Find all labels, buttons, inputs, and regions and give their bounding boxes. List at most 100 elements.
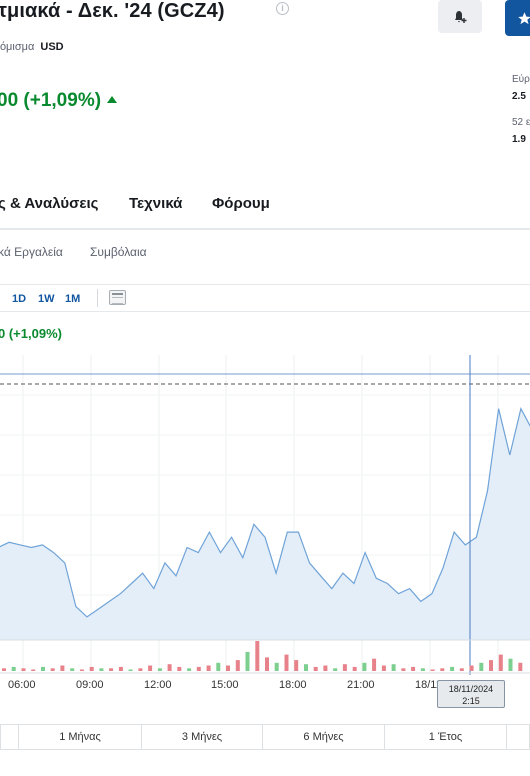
range-3-months[interactable]: 3 Μήνες [142, 725, 263, 749]
currency-info: Νόμισμα USD [0, 41, 64, 53]
price-change: 00 (+1,09%) [0, 90, 118, 112]
volume-bar [177, 666, 182, 671]
info-icon[interactable]: i [276, 2, 289, 15]
volume-bars [2, 641, 523, 671]
volume-bar [469, 665, 474, 671]
timeframe-1m[interactable]: 1M [65, 293, 80, 305]
day-range-label: Εύρ [512, 74, 530, 85]
x-tick-label: 15:00 [211, 679, 239, 691]
range-1-month[interactable]: 1 Μήνας [19, 725, 142, 749]
crosshair-date: 18/11/2024 [448, 684, 494, 694]
volume-bar [41, 666, 45, 671]
subtab-contracts[interactable]: Συμβόλαια [90, 245, 147, 259]
x-axis-ticks: 06:00 09:00 12:00 15:00 18:00 21:00 18/11 [8, 679, 442, 691]
chart-price-change: 0 (+1,09%) [0, 326, 62, 341]
volume-bar [255, 641, 260, 671]
star-icon [518, 11, 530, 24]
volume-bar [235, 660, 240, 671]
volume-bar [430, 669, 435, 671]
volume-bar [459, 668, 464, 671]
volume-bar [518, 662, 523, 671]
volume-bar [70, 668, 75, 671]
volume-bar [362, 662, 367, 671]
volume-bar [118, 666, 123, 671]
volume-bar [401, 668, 406, 671]
volume-bar [294, 660, 299, 671]
bell-plus-icon [455, 10, 467, 23]
range-1-year[interactable]: 1 Έτος [385, 725, 507, 749]
volume-bar [2, 668, 6, 671]
week52-range-value: 1.9 [512, 134, 526, 145]
currency-value: USD [40, 41, 64, 53]
volume-bar [265, 657, 269, 671]
crosshair-time: 2:15 [462, 696, 480, 706]
volume-bar [323, 665, 328, 671]
x-tick-label: 06:00 [8, 679, 36, 691]
price-area [0, 408, 530, 640]
x-tick-label: 09:00 [76, 679, 104, 691]
volume-bar [284, 654, 289, 671]
volume-bar [21, 668, 26, 671]
volume-bar [391, 664, 396, 671]
watchlist-button[interactable] [505, 0, 530, 36]
volume-bar [479, 662, 484, 671]
x-tick-label: 12:00 [144, 679, 172, 691]
volume-bar [489, 660, 493, 671]
volume-bar [498, 654, 503, 671]
volume-bar [440, 668, 445, 671]
volume-bar [99, 668, 104, 671]
volume-bar [372, 658, 377, 671]
volume-bar [420, 668, 425, 671]
price-chart[interactable]: 06:00 09:00 12:00 15:00 18:00 21:00 18/11 [0, 355, 530, 713]
range-selector: 1 Μήνας 3 Μήνες 6 Μήνες 1 Έτος [0, 724, 530, 750]
timeframe-1w[interactable]: 1W [38, 293, 55, 305]
volume-bar [313, 666, 318, 671]
tab-news-analysis[interactable]: ς & Αναλύσεις [0, 195, 98, 212]
chart-type-icon[interactable] [109, 290, 126, 305]
volume-bar [109, 668, 114, 671]
volume-bar [216, 662, 221, 671]
tab-forum[interactable]: Φόρουμ [212, 195, 270, 212]
volume-bar [138, 668, 143, 671]
volume-bar [342, 664, 347, 671]
volume-bar [157, 668, 162, 671]
toolbar-separator [97, 289, 98, 307]
instrument-title: τμιακά - Δεκ. '24 (GCZ4) [0, 0, 225, 22]
volume-bar [333, 668, 338, 671]
price-change-value: 00 (+1,09%) [0, 90, 102, 111]
volume-bar [245, 651, 250, 671]
tabs-divider [0, 228, 530, 230]
alert-button[interactable] [438, 0, 482, 33]
subtab-tools[interactable]: κά Εργαλεία [0, 245, 63, 259]
timeframe-toolbar: 1D 1W 1M [0, 284, 530, 312]
tab-technical[interactable]: Τεχνικά [129, 195, 182, 212]
volume-bar [274, 662, 279, 671]
up-arrow-icon [107, 96, 118, 103]
volume-bar [381, 665, 386, 671]
volume-bar [304, 664, 308, 671]
volume-bar [60, 665, 65, 671]
x-tick-label: 18:00 [279, 679, 307, 691]
timeframe-1d[interactable]: 1D [12, 293, 26, 305]
volume-bar [31, 669, 36, 671]
volume-bar [128, 669, 133, 671]
volume-bar [11, 666, 16, 671]
range-6-months[interactable]: 6 Μήνες [263, 725, 385, 749]
volume-bar [226, 665, 230, 671]
volume-bar [206, 665, 211, 671]
volume-bar [89, 666, 94, 671]
volume-bar [148, 665, 153, 671]
volume-bar [167, 664, 172, 671]
day-range-value: 2.5 [512, 91, 526, 102]
range-cell-blank[interactable] [1, 725, 19, 749]
volume-bar [187, 668, 192, 671]
volume-bar [411, 666, 416, 671]
volume-bar [79, 669, 84, 671]
crosshair-date-badge: 18/11/2024 2:15 [437, 680, 505, 708]
week52-range-label: 52 ε [512, 117, 530, 128]
volume-bar [450, 666, 455, 671]
x-tick-label: 21:00 [347, 679, 375, 691]
volume-bar [196, 666, 201, 671]
volume-bar [50, 668, 55, 671]
volume-bar [352, 666, 357, 671]
